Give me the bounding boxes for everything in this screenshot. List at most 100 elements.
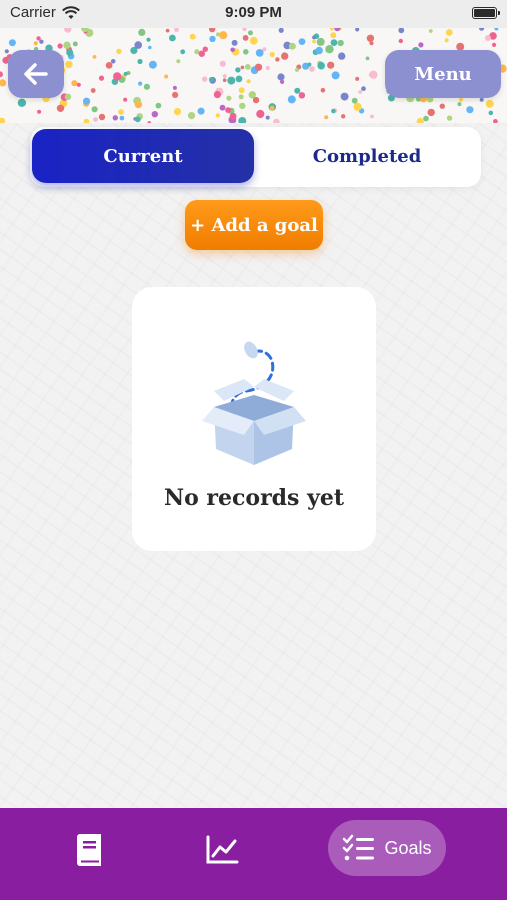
confetti-dot (216, 32, 220, 37)
add-goal-button[interactable]: + Add a goal (185, 200, 323, 250)
status-time: 9:09 PM (225, 4, 282, 21)
confetti-dot (83, 97, 91, 105)
confetti-dot (209, 35, 216, 43)
confetti-dot (316, 37, 325, 46)
confetti-dot (172, 91, 179, 98)
confetti-dot (317, 61, 326, 70)
confetti-dot (98, 75, 105, 81)
confetti-dot (0, 117, 6, 123)
confetti-dot (0, 79, 7, 87)
confetti-dot (172, 85, 177, 90)
confetti-dot (273, 118, 280, 123)
confetti-dot (275, 57, 280, 62)
confetti-dot (93, 117, 98, 122)
confetti-dot (287, 95, 296, 104)
confetti-dot (493, 119, 498, 123)
confetti-dot (219, 104, 226, 111)
goal-status-tabs: Current Completed (30, 127, 481, 187)
nav-statistics[interactable] (202, 830, 242, 870)
confetti-dot (331, 71, 340, 80)
battery-fill (474, 9, 495, 17)
confetti-dot (457, 102, 462, 107)
confetti-dot (309, 66, 315, 72)
confetti-dot (180, 49, 186, 55)
nav-goals[interactable]: Goals (328, 820, 446, 876)
confetti-dot (307, 62, 312, 67)
confetti-dot (64, 28, 72, 33)
confetti-dot (439, 103, 445, 109)
empty-state-message: No records yet (163, 485, 345, 511)
confetti-dot (278, 28, 284, 33)
confetti-dot (325, 45, 334, 54)
empty-box-icon (202, 341, 306, 465)
confetti-dot (4, 49, 9, 54)
confetti-dot (134, 116, 141, 123)
confetti-dot (64, 93, 72, 101)
nav-goals-label: Goals (384, 837, 432, 858)
confetti-dot (165, 28, 170, 33)
confetti-dot (446, 115, 453, 121)
confetti-dot (83, 118, 90, 123)
menu-button[interactable]: Menu (385, 50, 501, 98)
confetti-dot (143, 83, 150, 90)
confetti-dot (298, 38, 306, 45)
confetti-dot (315, 46, 323, 55)
confetti-dot (222, 78, 227, 82)
confetti-dot (240, 65, 245, 70)
confetti-dot (331, 108, 336, 114)
confetti-dot (65, 60, 73, 69)
confetti-dot (213, 91, 221, 99)
confetti-dot (164, 74, 169, 79)
tab-current[interactable]: Current (32, 129, 254, 183)
confetti-dot (116, 48, 122, 55)
confetti-dot (222, 74, 227, 79)
confetti-dot (458, 97, 464, 102)
confetti-dot (36, 36, 41, 41)
confetti-dot (209, 77, 214, 82)
confetti-dot (72, 41, 78, 47)
status-bar: Carrier 9:09 PM (0, 0, 507, 28)
confetti-dot (110, 59, 116, 64)
confetti-dot (134, 41, 142, 49)
confetti-dot (238, 87, 245, 94)
confetti-dot (91, 106, 98, 113)
confetti-dot (361, 86, 366, 92)
confetti-dot (479, 28, 485, 31)
confetti-dot (229, 112, 237, 120)
confetti-dot (295, 67, 299, 72)
confetti-dot (351, 97, 358, 104)
confetti-dot (37, 109, 42, 114)
confetti-dot (98, 113, 106, 121)
confetti-dot (226, 95, 232, 101)
confetti-dot (398, 38, 403, 44)
chart-icon (206, 835, 239, 864)
confetti-dot (485, 35, 491, 41)
arrow-left-icon (24, 63, 48, 85)
tab-completed[interactable]: Completed (256, 129, 478, 183)
confetti-dot (231, 39, 238, 46)
confetti-dot (155, 102, 162, 109)
confetti-dot (238, 94, 244, 100)
confetti-dot (134, 100, 143, 109)
confetti-dot (355, 76, 360, 81)
confetti-dot (176, 59, 181, 64)
confetti-dot (238, 117, 247, 123)
confetti-dot (138, 28, 146, 36)
confetti-dot (353, 102, 362, 111)
back-button[interactable] (8, 50, 64, 98)
confetti-dot (198, 50, 205, 57)
confetti-dot (66, 49, 74, 56)
nav-journal[interactable] (68, 830, 108, 870)
confetti-dot (105, 62, 113, 69)
confetti-dot (242, 28, 247, 32)
confetti-dot (138, 81, 143, 86)
confetti-dot (492, 42, 497, 47)
confetti-dot (17, 98, 27, 108)
confetti-dot (123, 71, 128, 76)
confetti-dot (209, 28, 216, 33)
confetti-dot (235, 75, 243, 83)
confetti-dot (358, 90, 363, 94)
confetti-dot (255, 49, 264, 57)
book-icon (77, 834, 101, 866)
confetti-dot (365, 56, 370, 61)
